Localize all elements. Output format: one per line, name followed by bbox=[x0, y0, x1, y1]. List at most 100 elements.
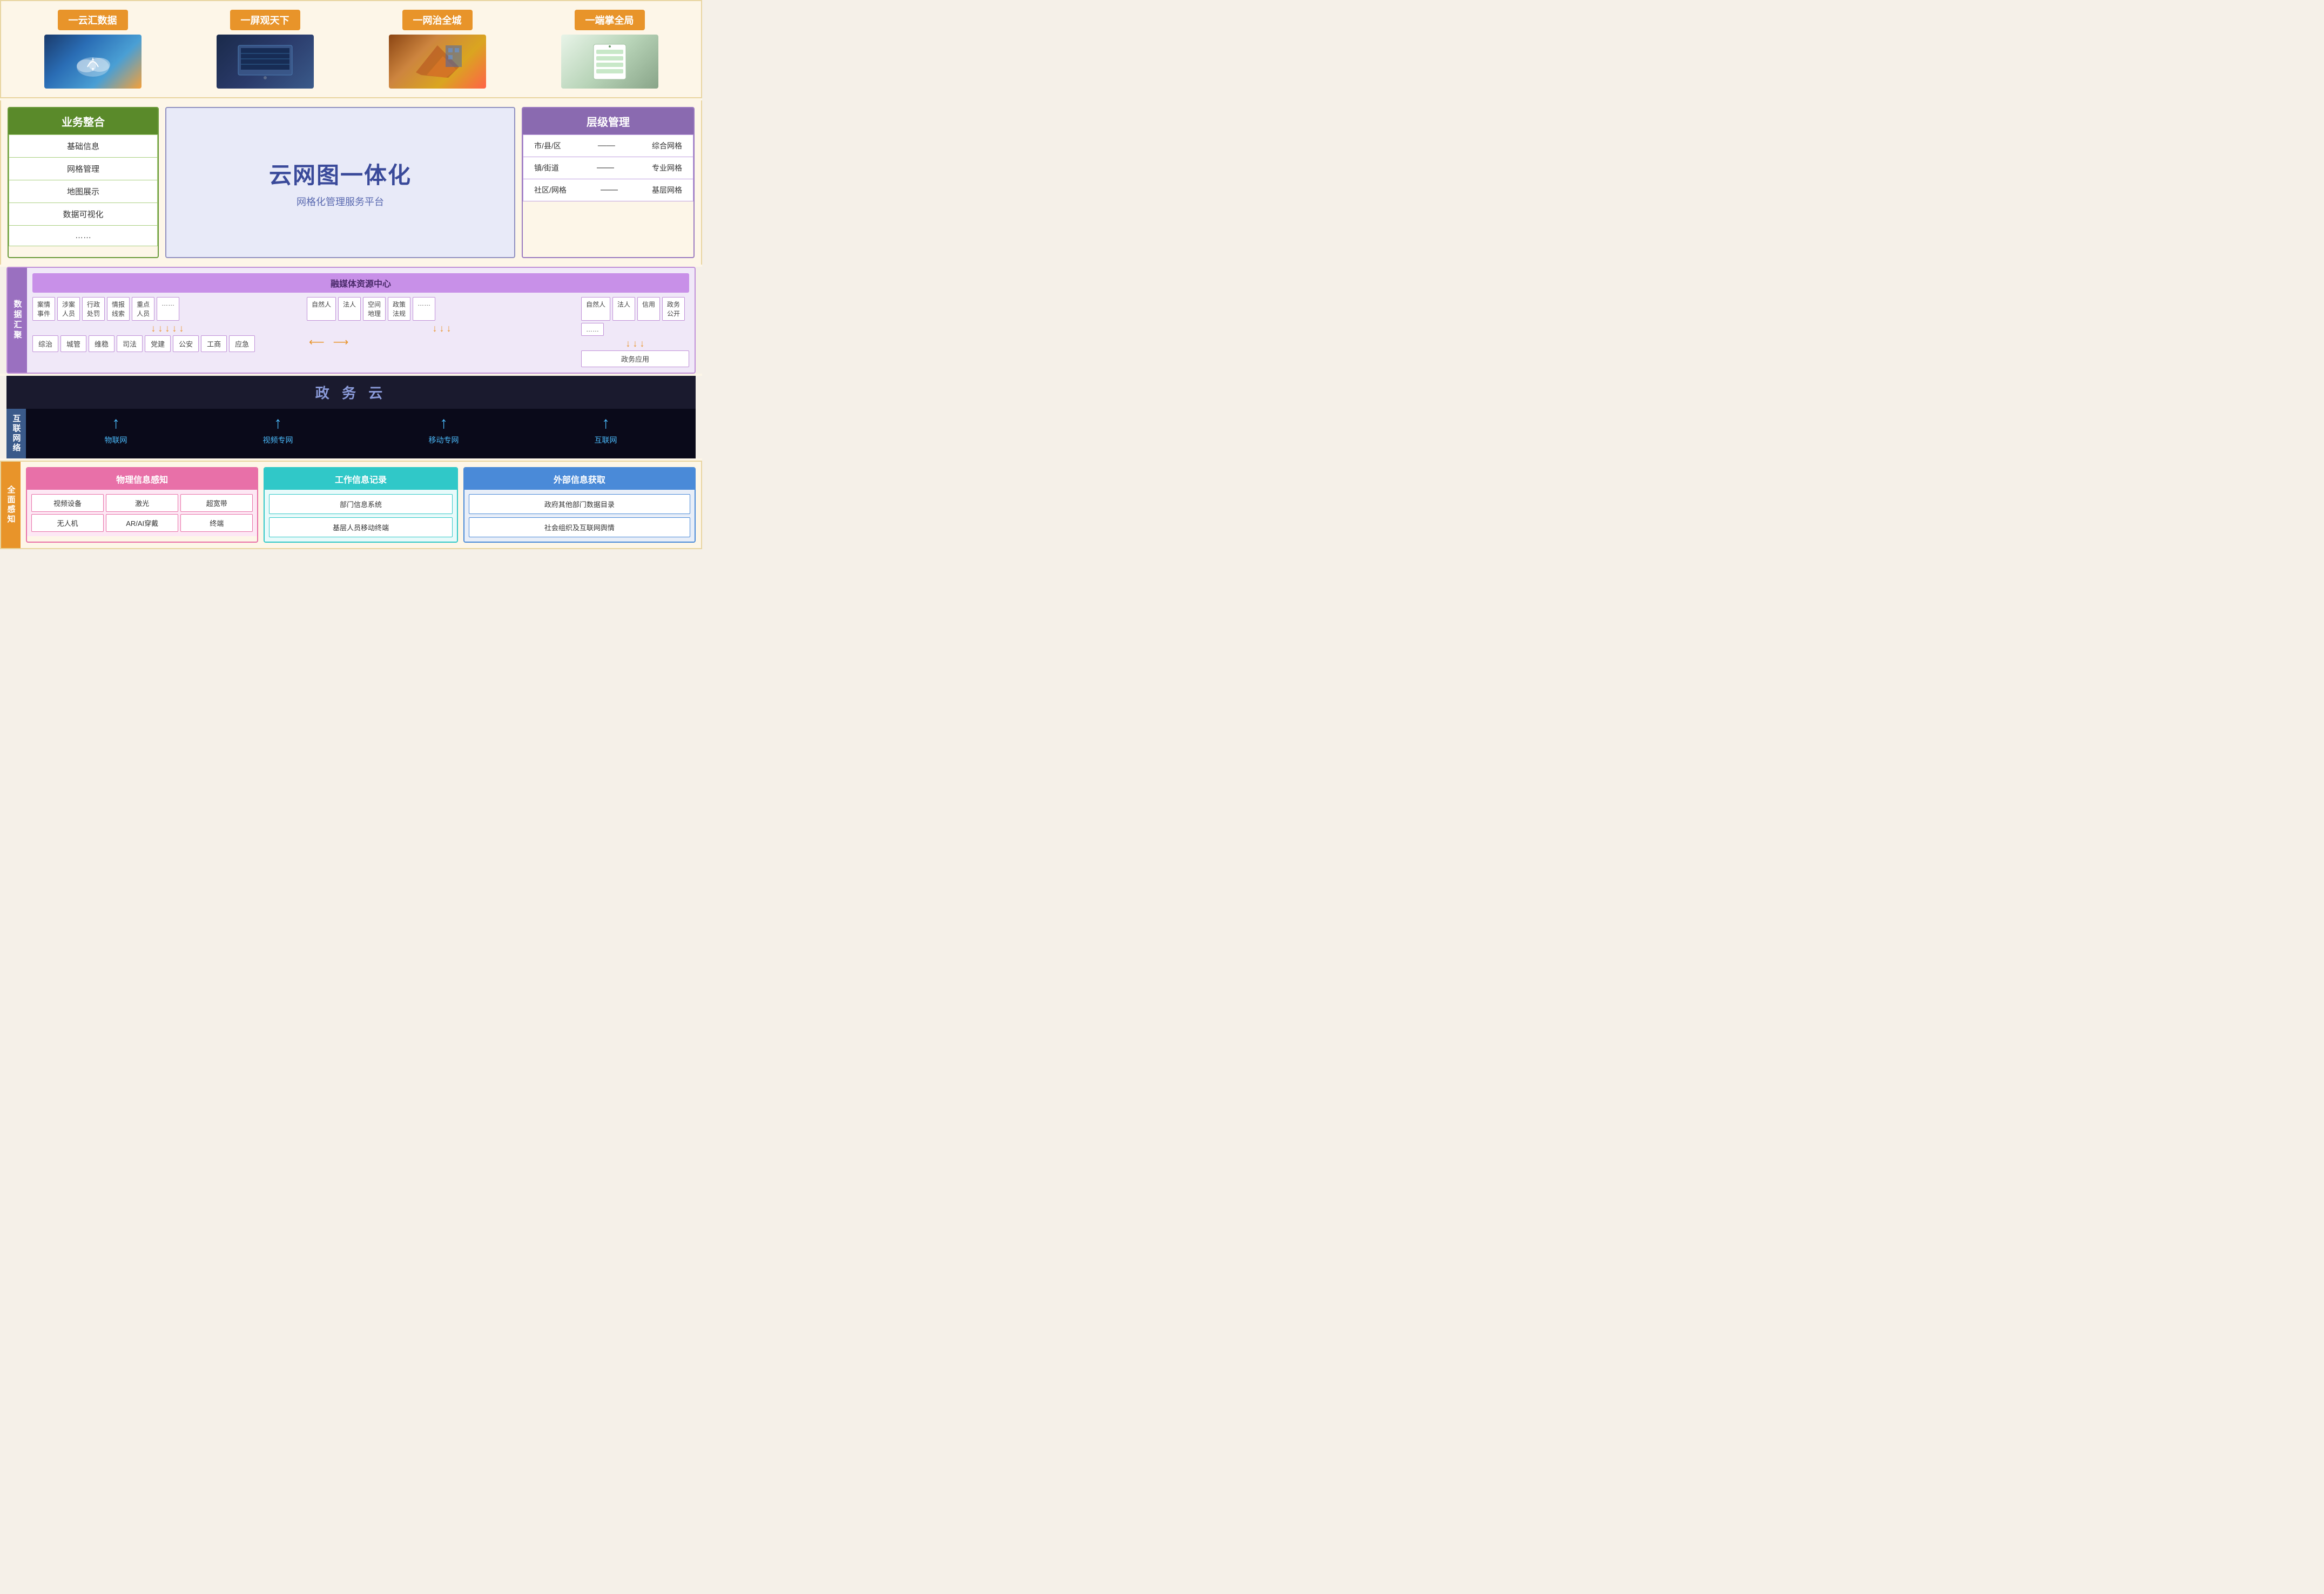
arrow-mid-0: ↓ bbox=[433, 323, 437, 334]
level-row-2: 社区/网格 —— 基层网格 bbox=[523, 179, 693, 201]
mid-tag-4: …… bbox=[413, 297, 435, 321]
center-subtitle: 网格化管理服务平台 bbox=[297, 194, 384, 208]
left-tag-2: 行政处罚 bbox=[82, 297, 105, 321]
physical-item-2: 超宽带 bbox=[180, 494, 253, 512]
external-header: 外部信息获取 bbox=[464, 468, 695, 490]
top-card-net: 一网治全城 bbox=[356, 10, 518, 89]
work-item-0: 部门信息系统 bbox=[269, 494, 452, 514]
physical-item-5: 终端 bbox=[180, 514, 253, 532]
right-tag-0: 自然人 bbox=[581, 297, 610, 321]
cloud-img bbox=[44, 35, 142, 89]
level-header: 层级管理 bbox=[523, 108, 693, 134]
iot-arrow: ↑ bbox=[112, 414, 120, 433]
data-middle-group: 自然人 法人 空间地理 政策法规 …… ↓ ↓ ↓ ⟵ ⟶ bbox=[307, 297, 577, 349]
gov-tag-5: 公安 bbox=[173, 335, 199, 352]
physical-item-4: AR/AI穿戴 bbox=[106, 514, 178, 532]
data-aggregation-label: 数据汇聚 bbox=[8, 268, 27, 373]
gov-tag-6: 工商 bbox=[201, 335, 227, 352]
level-row-0: 市/县/区 —— 综合网格 bbox=[523, 134, 693, 157]
media-center-header: 融媒体资源中心 bbox=[32, 273, 689, 293]
arrow-mid-2: ↓ bbox=[447, 323, 452, 334]
right-tag-4: …… bbox=[581, 323, 604, 336]
arrow-down-2: ↓ bbox=[165, 323, 170, 334]
left-tags-row: 案情事件 涉案人员 行政处罚 情报线索 重点人员 …… bbox=[32, 297, 302, 321]
level-panel: 层级管理 市/县/区 —— 综合网格 镇/街道 —— 专业网格 社区/网格 ——… bbox=[522, 107, 695, 258]
arrow-mid-1: ↓ bbox=[440, 323, 444, 334]
bottom-label: 全面感知 bbox=[1, 462, 21, 548]
data-content: 融媒体资源中心 案情事件 涉案人员 行政处罚 情报线索 重点人员 …… ↓ ↓ … bbox=[27, 268, 695, 373]
data-rows: 案情事件 涉案人员 行政处罚 情报线索 重点人员 …… ↓ ↓ ↓ ↓ ↓ 综治… bbox=[32, 297, 689, 367]
arrow-down-4: ↓ bbox=[179, 323, 184, 334]
bottom-section: 全面感知 物理信息感知 视频设备 激光 超宽带 无人机 AR/AI穿戴 终端 工… bbox=[0, 461, 702, 549]
left-tag-0: 案情事件 bbox=[32, 297, 55, 321]
business-item-4: …… bbox=[9, 226, 158, 246]
gov-tag-1: 城管 bbox=[60, 335, 86, 352]
mid-tag-0: 自然人 bbox=[307, 297, 336, 321]
business-item-0: 基础信息 bbox=[9, 134, 158, 158]
map-img bbox=[389, 35, 486, 89]
right-tag-2: 信用 bbox=[637, 297, 660, 321]
top-section: 一云汇数据 一屏观天下 bbox=[0, 0, 702, 98]
business-item-3: 数据可视化 bbox=[9, 203, 158, 226]
right-arrows: ↓ ↓ ↓ bbox=[581, 338, 689, 349]
end-control-label: 一端掌全局 bbox=[575, 10, 645, 30]
gov-app-tag: 政务应用 bbox=[581, 350, 689, 367]
level-left-2: 社区/网格 bbox=[534, 185, 567, 195]
app-img bbox=[561, 35, 658, 89]
data-left-group: 案情事件 涉案人员 行政处罚 情报线索 重点人员 …… ↓ ↓ ↓ ↓ ↓ 综治… bbox=[32, 297, 302, 352]
iot-label: 物联网 bbox=[105, 435, 127, 445]
arrow-down-3: ↓ bbox=[172, 323, 177, 334]
internet-arrow: ↑ bbox=[602, 414, 610, 433]
physical-item-0: 视频设备 bbox=[31, 494, 104, 512]
gov-tag-7: 应急 bbox=[229, 335, 255, 352]
gov-cloud-section: 政 务 云 bbox=[6, 376, 696, 409]
net-city-image bbox=[389, 35, 486, 89]
left-gov-tags: 综治 城管 维稳 司法 党建 公安 工商 应急 bbox=[32, 335, 302, 352]
gov-tag-4: 党建 bbox=[145, 335, 171, 352]
business-item-2: 地图展示 bbox=[9, 180, 158, 203]
physical-panel: 物理信息感知 视频设备 激光 超宽带 无人机 AR/AI穿戴 终端 bbox=[26, 467, 258, 543]
middle-bottom-row: ⟵ ⟶ bbox=[307, 335, 577, 349]
arrow-right-1: ↓ bbox=[633, 338, 638, 349]
middle-tags-row: 自然人 法人 空间地理 政策法规 …… bbox=[307, 297, 577, 321]
center-panel: 云网图一体化 网格化管理服务平台 bbox=[165, 107, 515, 258]
level-dash-2: —— bbox=[601, 185, 618, 195]
level-right-2: 基层网格 bbox=[652, 185, 682, 195]
network-section: 互联网络 ↑ 物联网 ↑ 视频专网 ↑ 移动专网 ↑ 互联网 bbox=[6, 409, 696, 458]
mobile-arrow: ↑ bbox=[440, 414, 448, 433]
network-label: 互联网络 bbox=[6, 409, 26, 458]
left-tag-1: 涉案人员 bbox=[57, 297, 80, 321]
left-tag-3: 情报线索 bbox=[107, 297, 130, 321]
right-tag-3: 政务公开 bbox=[662, 297, 685, 321]
double-arrow-left: ⟵ bbox=[307, 335, 327, 349]
work-items: 部门信息系统 基层人员移动终端 bbox=[265, 490, 456, 542]
gov-tag-2: 维稳 bbox=[89, 335, 114, 352]
top-card-cloud: 一云汇数据 bbox=[12, 10, 173, 89]
physical-header: 物理信息感知 bbox=[27, 468, 257, 490]
end-control-image bbox=[561, 35, 658, 89]
arrow-right-0: ↓ bbox=[626, 338, 631, 349]
work-item-1: 基层人员移动终端 bbox=[269, 517, 452, 537]
external-panel: 外部信息获取 政府其他部门数据目录 社会组织及互联网舆情 bbox=[463, 467, 696, 543]
business-item-1: 网格管理 bbox=[9, 158, 158, 180]
right-tags-row: 自然人 法人 信用 政务公开 …… bbox=[581, 297, 689, 336]
data-right-group: 自然人 法人 信用 政务公开 …… ↓ ↓ ↓ 政务应用 bbox=[581, 297, 689, 367]
level-dash-1: —— bbox=[597, 163, 614, 173]
mid-tag-1: 法人 bbox=[338, 297, 361, 321]
left-tag-5: …… bbox=[157, 297, 179, 321]
level-right-0: 综合网格 bbox=[652, 140, 682, 151]
middle-section: 业务整合 基础信息 网格管理 地图展示 数据可视化 …… 云网图一体化 网格化管… bbox=[0, 100, 702, 265]
gov-cloud-text: 政 务 云 bbox=[315, 385, 387, 401]
bottom-content: 物理信息感知 视频设备 激光 超宽带 无人机 AR/AI穿戴 终端 工作信息记录… bbox=[21, 462, 701, 548]
middle-arrows: ↓ ↓ ↓ bbox=[307, 323, 577, 334]
arrow-down-1: ↓ bbox=[158, 323, 163, 334]
internet-label: 互联网 bbox=[595, 435, 617, 445]
level-dash-0: —— bbox=[598, 141, 615, 151]
network-content: ↑ 物联网 ↑ 视频专网 ↑ 移动专网 ↑ 互联网 bbox=[26, 409, 696, 458]
network-internet: ↑ 互联网 bbox=[595, 414, 617, 445]
work-header: 工作信息记录 bbox=[265, 468, 456, 490]
work-panel: 工作信息记录 部门信息系统 基层人员移动终端 bbox=[264, 467, 457, 543]
mobile-label: 移动专网 bbox=[429, 435, 459, 445]
left-tag-4: 重点人员 bbox=[132, 297, 154, 321]
level-left-1: 镇/街道 bbox=[534, 163, 559, 173]
